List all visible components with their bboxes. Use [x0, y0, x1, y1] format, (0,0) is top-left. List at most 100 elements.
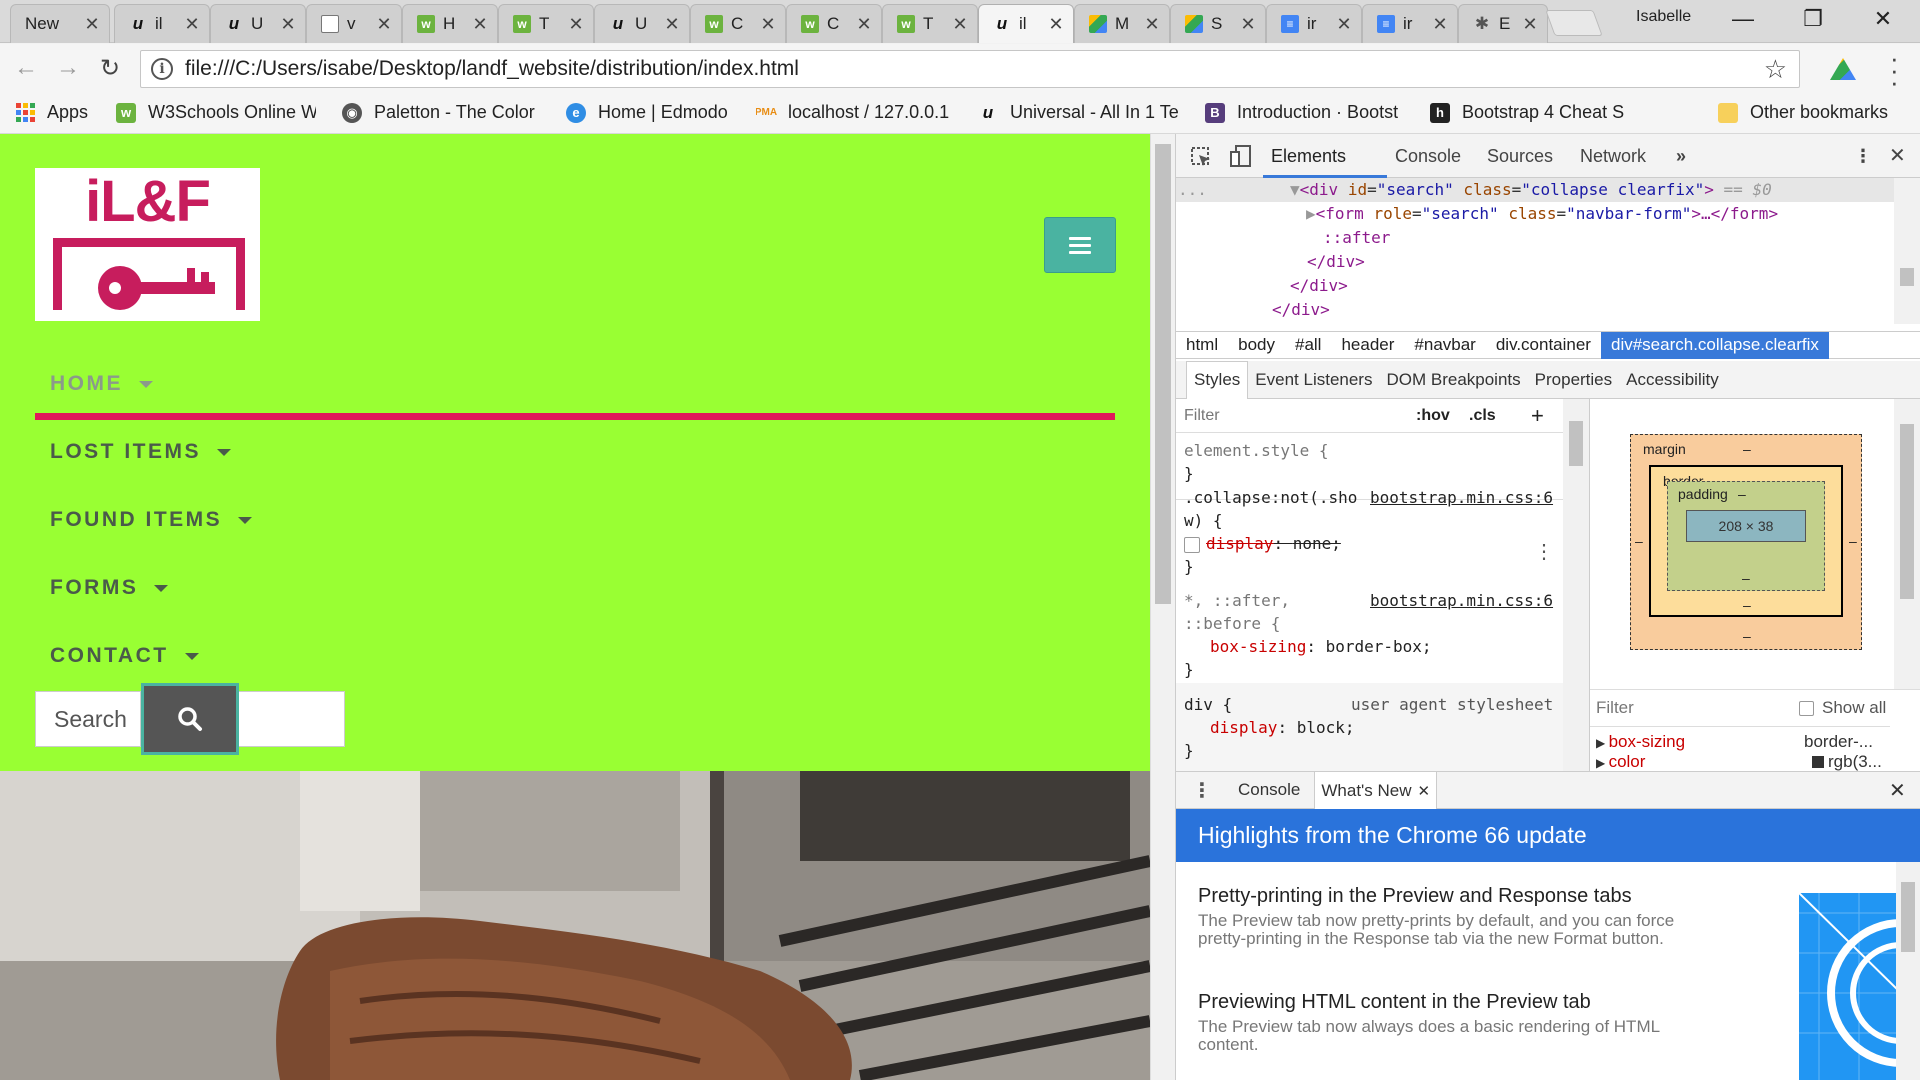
- drawer-menu-icon[interactable]: ⋮: [1192, 778, 1212, 803]
- drawer-tab-console[interactable]: Console: [1238, 780, 1300, 800]
- search-input-extension[interactable]: [239, 691, 345, 747]
- dom-close-tag[interactable]: </div>: [1290, 274, 1348, 298]
- browser-tab[interactable]: w C ✕: [690, 4, 786, 43]
- close-icon[interactable]: ✕: [1045, 14, 1067, 35]
- dom-close-tag[interactable]: </div>: [1272, 298, 1330, 322]
- menu-item-contact[interactable]: CONTACT: [50, 644, 199, 668]
- close-icon[interactable]: ✕: [1141, 14, 1163, 35]
- rule-selector[interactable]: div {: [1184, 695, 1232, 714]
- close-icon[interactable]: ✕: [1237, 14, 1259, 35]
- url-text[interactable]: file:///C:/Users/isabe/Desktop/landf_web…: [185, 57, 1764, 81]
- bookmark-apps[interactable]: Apps: [15, 102, 88, 123]
- tab-sources[interactable]: Sources: [1487, 146, 1553, 167]
- close-icon[interactable]: ✕: [181, 14, 203, 35]
- tab-dom-breakpoints[interactable]: DOM Breakpoints: [1379, 370, 1527, 390]
- element-style-selector[interactable]: element.style {: [1184, 441, 1329, 460]
- whats-new-item-title[interactable]: Previewing HTML content in the Preview t…: [1198, 991, 1591, 1014]
- tab-accessibility[interactable]: Accessibility: [1619, 370, 1726, 390]
- close-icon[interactable]: ✕: [949, 14, 971, 35]
- dom-close-tag[interactable]: </div>: [1307, 250, 1365, 274]
- breadcrumb-item-selected[interactable]: div#search.collapse.clearfix: [1600, 331, 1829, 359]
- dom-node-selected[interactable]: ▼<div id="search" class="collapse clearf…: [1290, 178, 1772, 202]
- browser-tab[interactable]: M ✕: [1074, 4, 1170, 43]
- bookmark-universal[interactable]: u Universal - All In 1 Te: [978, 102, 1178, 123]
- close-icon[interactable]: ✕: [469, 14, 491, 35]
- tab-console[interactable]: Console: [1395, 146, 1461, 167]
- breadcrumb-item[interactable]: body: [1228, 335, 1285, 355]
- dom-pseudo[interactable]: ::after: [1323, 226, 1390, 250]
- computed-filter-input[interactable]: Filter: [1596, 698, 1634, 718]
- rule-source-link[interactable]: bootstrap.min.css:6: [1370, 591, 1553, 610]
- close-icon[interactable]: ✕: [277, 14, 299, 35]
- devtools-menu-icon[interactable]: ⋮: [1854, 146, 1872, 167]
- breadcrumb-item[interactable]: html: [1176, 335, 1228, 355]
- close-icon[interactable]: ✕: [373, 14, 395, 35]
- close-icon[interactable]: ✕: [853, 14, 875, 35]
- box-content-size[interactable]: 208 × 38: [1686, 510, 1806, 542]
- bookmark-paletton[interactable]: ◉ Paletton - The Color: [342, 102, 542, 123]
- breadcrumb-item[interactable]: #navbar: [1404, 335, 1485, 355]
- rule-declaration[interactable]: display: block;: [1210, 718, 1355, 737]
- dom-scrollbar[interactable]: [1894, 178, 1920, 324]
- bookmark-edmodo[interactable]: e Home | Edmodo: [566, 102, 746, 123]
- rule-menu-icon[interactable]: ⋮: [1534, 539, 1554, 563]
- breadcrumb-item[interactable]: div.container: [1486, 335, 1601, 355]
- boxmodel-scrollbar[interactable]: [1894, 399, 1920, 689]
- minimize-icon[interactable]: —: [1718, 6, 1768, 32]
- close-window-icon[interactable]: ✕: [1858, 6, 1908, 32]
- browser-tab[interactable]: New ✕: [10, 4, 110, 43]
- rule-selector[interactable]: *, ::after,: [1184, 591, 1290, 610]
- bookmark-bootstrap-cheat[interactable]: h Bootstrap 4 Cheat S: [1430, 102, 1630, 123]
- computed-row[interactable]: ▶ color: [1596, 752, 1645, 772]
- whats-new-item-title[interactable]: Pretty-printing in the Preview and Respo…: [1198, 885, 1632, 908]
- chrome-menu-icon[interactable]: · · ·: [1890, 45, 1899, 95]
- close-icon[interactable]: ✕: [1519, 14, 1541, 35]
- scrollbar-thumb[interactable]: [1155, 144, 1171, 604]
- menu-item-forms[interactable]: FORMS: [50, 576, 169, 600]
- browser-tab[interactable]: w T ✕: [882, 4, 978, 43]
- menu-item-found-items[interactable]: FOUND ITEMS: [50, 508, 253, 532]
- search-input[interactable]: Search: [35, 691, 141, 747]
- browser-tab[interactable]: ✱ E ✕: [1458, 4, 1548, 43]
- close-icon[interactable]: ✕: [1333, 14, 1355, 35]
- breadcrumb-item[interactable]: header: [1331, 335, 1404, 355]
- breadcrumb-item[interactable]: #all: [1285, 335, 1331, 355]
- rule-source-link[interactable]: bootstrap.min.css:6: [1370, 488, 1553, 507]
- close-icon[interactable]: ✕: [1429, 14, 1451, 35]
- hover-state-toggle[interactable]: :hov: [1416, 407, 1450, 425]
- more-tabs-icon[interactable]: »: [1676, 146, 1686, 167]
- add-rule-icon[interactable]: +: [1531, 403, 1544, 429]
- styles-filter-input[interactable]: Filter :hov .cls +: [1176, 399, 1589, 433]
- browser-tab[interactable]: u U ✕: [210, 4, 306, 43]
- show-all-checkbox[interactable]: [1799, 701, 1814, 716]
- new-tab-button[interactable]: [1545, 10, 1603, 36]
- browser-tab[interactable]: u il ✕: [114, 4, 210, 43]
- color-swatch[interactable]: [1812, 756, 1824, 768]
- bookmark-other[interactable]: Other bookmarks: [1718, 102, 1888, 123]
- profile-name[interactable]: Isabelle: [1636, 8, 1691, 26]
- forward-arrow-icon[interactable]: →: [50, 54, 86, 82]
- close-icon[interactable]: ✕: [1418, 782, 1431, 800]
- close-devtools-icon[interactable]: ✕: [1889, 143, 1906, 168]
- address-bar[interactable]: i file:///C:/Users/isabe/Desktop/landf_w…: [140, 50, 1800, 88]
- tab-network[interactable]: Network: [1580, 146, 1646, 167]
- whats-new-scrollbar[interactable]: [1896, 862, 1920, 1080]
- styles-scrollbar[interactable]: [1563, 399, 1589, 771]
- tab-event-listeners[interactable]: Event Listeners: [1248, 370, 1379, 390]
- class-toggle[interactable]: .cls: [1469, 407, 1496, 425]
- rule-declaration[interactable]: box-sizing: border-box;: [1210, 637, 1432, 656]
- browser-tab[interactable]: w T ✕: [498, 4, 594, 43]
- box-margin[interactable]: margin – – – – border – – padding – – 20…: [1630, 434, 1862, 650]
- close-drawer-icon[interactable]: ✕: [1889, 778, 1906, 803]
- browser-tab[interactable]: v ✕: [306, 4, 402, 43]
- back-arrow-icon[interactable]: ←: [8, 54, 44, 82]
- close-icon[interactable]: ✕: [81, 14, 103, 35]
- restore-icon[interactable]: ❐: [1788, 6, 1838, 32]
- browser-tab[interactable]: ≡ ir ✕: [1266, 4, 1362, 43]
- menu-item-home[interactable]: HOME: [50, 372, 153, 396]
- google-drive-extension-icon[interactable]: [1830, 58, 1856, 80]
- dom-node[interactable]: ▶<form role="search" class="navbar-form"…: [1306, 202, 1778, 226]
- close-icon[interactable]: ✕: [757, 14, 779, 35]
- box-border[interactable]: border – – padding – – 208 × 38: [1649, 465, 1843, 617]
- browser-tab[interactable]: u U ✕: [594, 4, 690, 43]
